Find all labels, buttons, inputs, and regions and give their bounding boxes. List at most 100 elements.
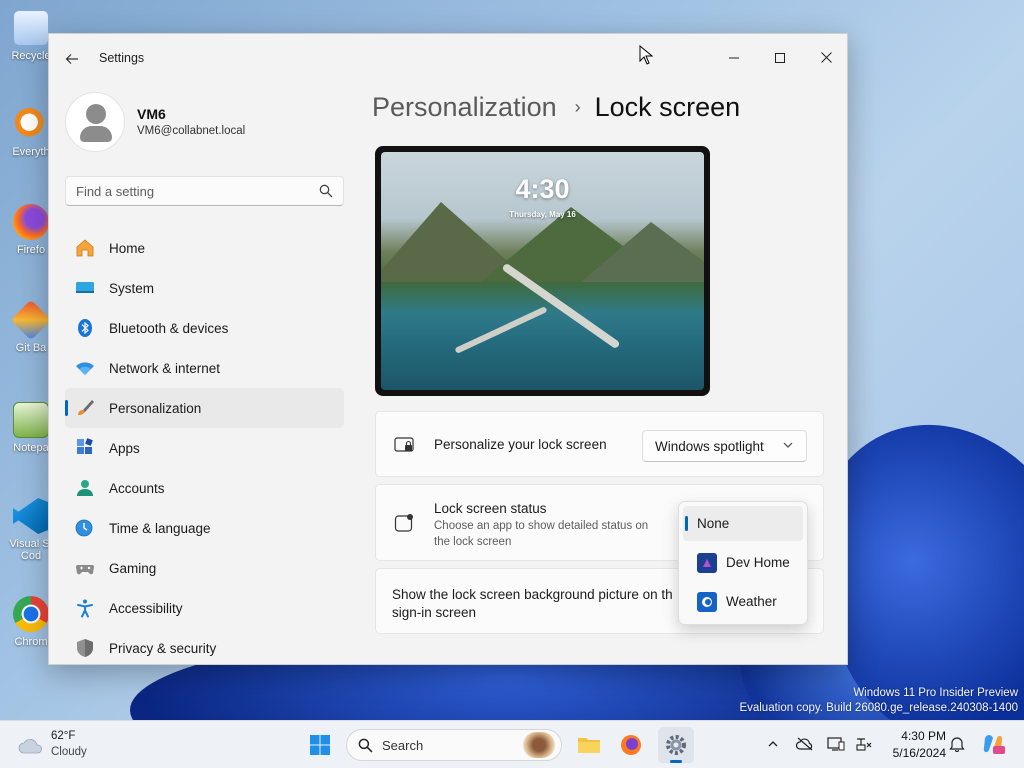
sidebar-item-label: Accessibility [109, 600, 183, 616]
sidebar-item-apps[interactable]: Apps [65, 428, 344, 468]
minimize-icon [729, 57, 739, 59]
signin-background-label-line: Show the lock screen background picture … [392, 587, 673, 602]
globe-clock-icon [75, 518, 95, 538]
menu-item-none[interactable]: None [683, 506, 803, 541]
sidebar-item-label: Apps [109, 440, 140, 456]
cloudy-icon[interactable] [18, 735, 44, 755]
back-button[interactable] [61, 48, 83, 70]
personalize-lock-screen-card: Personalize your lock screen Windows spo… [375, 411, 824, 477]
sidebar-item-accessibility[interactable]: Accessibility [65, 588, 344, 628]
sidebar-item-bluetooth[interactable]: Bluetooth & devices [65, 308, 344, 348]
dropdown-selected-value: Windows spotlight [655, 438, 764, 454]
network-icon[interactable] [855, 735, 873, 753]
gear-icon [666, 735, 686, 755]
profile-name: VM6 [137, 106, 166, 122]
sidebar-item-label: Personalization [109, 400, 202, 416]
apps-icon [75, 438, 95, 458]
taskbar-firefox[interactable] [613, 727, 649, 763]
system-icon [75, 278, 95, 298]
sidebar-item-label: System [109, 280, 155, 296]
windows-logo-icon [310, 735, 330, 755]
sidebar-item-label: Privacy & security [109, 640, 217, 656]
shield-icon [75, 638, 95, 658]
sidebar-item-personalization[interactable]: Personalization [65, 388, 344, 428]
sidebar-item-label: Home [109, 240, 146, 256]
firefox-icon [13, 204, 49, 240]
watermark-line: Evaluation copy. Build 26080.ge_release.… [739, 702, 1018, 714]
chrome-icon [13, 596, 49, 632]
start-button[interactable] [302, 727, 338, 763]
weather-app-icon [697, 591, 717, 612]
chevron-right-icon: › [574, 97, 581, 117]
search-icon [358, 738, 373, 753]
lock-screen-icon [394, 437, 414, 452]
maximize-icon [775, 53, 785, 63]
profile-email: VM6@collabnet.local [137, 125, 246, 137]
minimize-button[interactable] [711, 42, 757, 74]
watermark-line: Windows 11 Pro Insider Preview [853, 687, 1018, 699]
home-icon [75, 238, 95, 258]
sidebar-item-label: Bluetooth & devices [109, 320, 229, 336]
sidebar-item-time-language[interactable]: Time & language [65, 508, 344, 548]
signin-background-label-line: sign-in screen [392, 605, 477, 620]
lock-screen-preview: 4:30 Thursday, May 16 [375, 146, 710, 396]
controller-icon [75, 558, 95, 578]
breadcrumb: Personalization › Lock screen [372, 92, 740, 123]
bluetooth-icon [75, 318, 95, 338]
lock-screen-status-menu: None Dev Home Weather [678, 501, 808, 625]
sidebar-item-label: Time & language [109, 520, 211, 536]
cloud-offline-icon[interactable] [796, 735, 814, 753]
git-bash-icon [10, 299, 52, 341]
menu-item-label: Dev Home [726, 555, 790, 570]
sidebar-item-privacy[interactable]: Privacy & security [65, 628, 344, 664]
sidebar-item-system[interactable]: System [65, 268, 344, 308]
settings-window: Settings VM6 VM6@collabnet.local Home [48, 33, 848, 665]
search-highlight-icon [523, 732, 555, 758]
avatar-head [86, 104, 106, 124]
maximize-button[interactable] [757, 42, 803, 74]
everything-search-icon [13, 106, 49, 142]
mouse-cursor-icon [639, 45, 653, 65]
clock-time[interactable]: 4:30 PM [880, 729, 946, 743]
person-icon [75, 478, 95, 498]
taskbar-search-box[interactable]: Search [346, 729, 562, 761]
vscode-icon [13, 498, 49, 534]
chevron-down-icon [783, 442, 793, 448]
sidebar-item-home[interactable]: Home [65, 228, 344, 268]
title-bar[interactable]: Settings [49, 34, 847, 82]
sidebar-item-gaming[interactable]: Gaming [65, 548, 344, 588]
notification-bell-icon[interactable] [948, 735, 966, 753]
personalize-lock-screen-label: Personalize your lock screen [434, 437, 607, 452]
clock-date[interactable]: 5/16/2024 [880, 746, 946, 760]
lock-screen-status-label: Lock screen status [434, 501, 547, 516]
status-icon [394, 514, 413, 532]
weather-condition[interactable]: Cloudy [51, 746, 87, 758]
os-watermark: Windows 11 Pro Insider Preview Evaluatio… [739, 686, 1018, 716]
copilot-icon[interactable] [981, 732, 1005, 756]
menu-item-weather[interactable]: Weather [683, 584, 803, 619]
avatar-body [80, 126, 112, 142]
display-icon[interactable] [827, 735, 845, 753]
preview-date: Thursday, May 16 [509, 210, 576, 219]
folder-icon [578, 738, 600, 753]
close-button[interactable] [803, 42, 847, 74]
lock-screen-status-description: Choose an app to show detailed status on… [434, 520, 649, 548]
taskbar-settings[interactable] [658, 727, 694, 763]
sidebar-item-network[interactable]: Network & internet [65, 348, 344, 388]
weather-temperature[interactable]: 62°F [51, 730, 75, 742]
lock-screen-background-dropdown[interactable]: Windows spotlight [642, 430, 807, 462]
firefox-icon [621, 735, 641, 755]
preview-time: 4:30 [515, 174, 570, 204]
menu-item-label: None [697, 516, 730, 531]
chevron-up-icon[interactable] [764, 735, 782, 753]
search-icon[interactable] [319, 184, 333, 198]
sidebar-nav: Home System Bluetooth & devices Network … [65, 228, 344, 664]
breadcrumb-parent[interactable]: Personalization [372, 92, 557, 123]
avatar[interactable] [65, 92, 125, 152]
taskbar-search-label: Search [382, 738, 424, 753]
sidebar-item-accounts[interactable]: Accounts [65, 468, 344, 508]
taskbar-file-explorer[interactable] [571, 727, 607, 763]
accessibility-icon [75, 598, 95, 618]
search-input[interactable] [65, 176, 344, 206]
menu-item-dev-home[interactable]: Dev Home [683, 545, 803, 580]
